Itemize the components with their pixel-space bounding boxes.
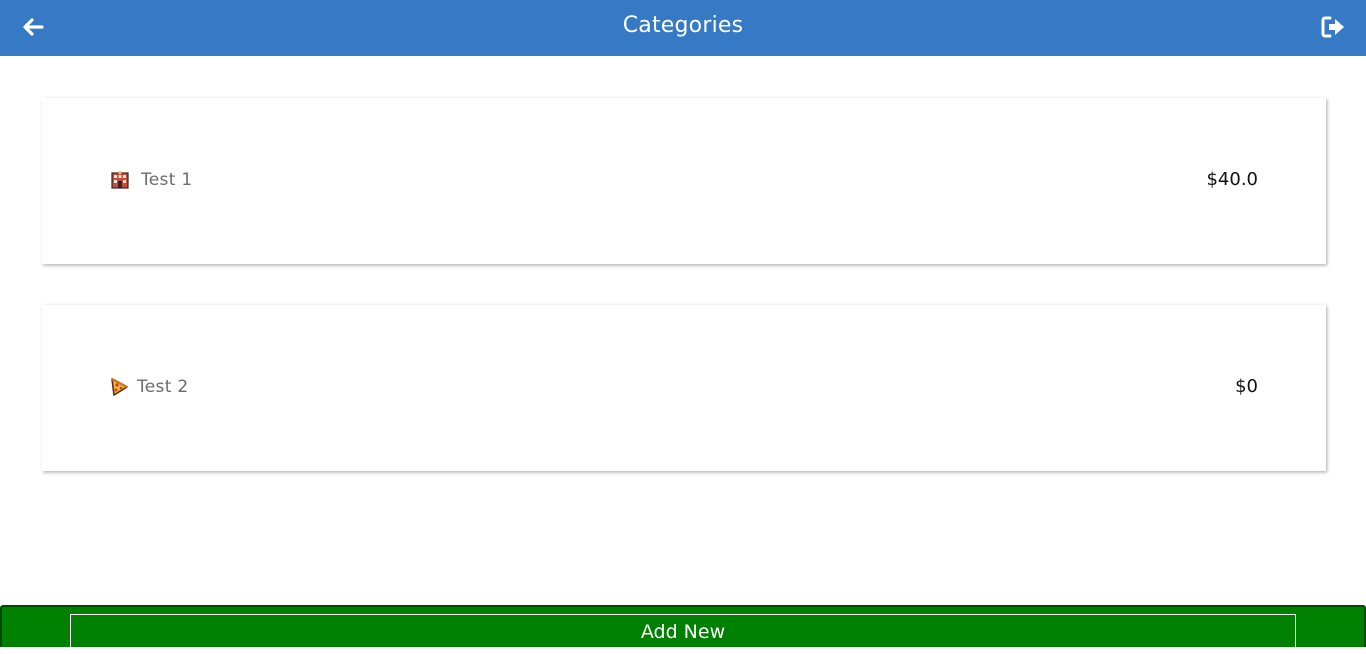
sign-out-icon: [1321, 16, 1344, 38]
category-name: Test 2: [137, 377, 189, 397]
category-name: Test 1: [141, 170, 193, 190]
category-amount: $40.0: [1206, 169, 1258, 190]
category-card[interactable]: Test 2 $0: [42, 305, 1326, 471]
pizza-slice-emoji-icon: [110, 377, 130, 397]
add-new-button[interactable]: Add New: [70, 614, 1296, 654]
footer-bar: Add New: [0, 605, 1366, 654]
category-amount: $0: [1235, 376, 1258, 397]
page-title: Categories: [622, 13, 744, 38]
logout-button[interactable]: [1320, 14, 1348, 40]
office-building-emoji-icon: [110, 170, 130, 190]
app-header: Categories: [0, 0, 1366, 56]
category-card[interactable]: Test 1 $40.0: [42, 98, 1326, 264]
